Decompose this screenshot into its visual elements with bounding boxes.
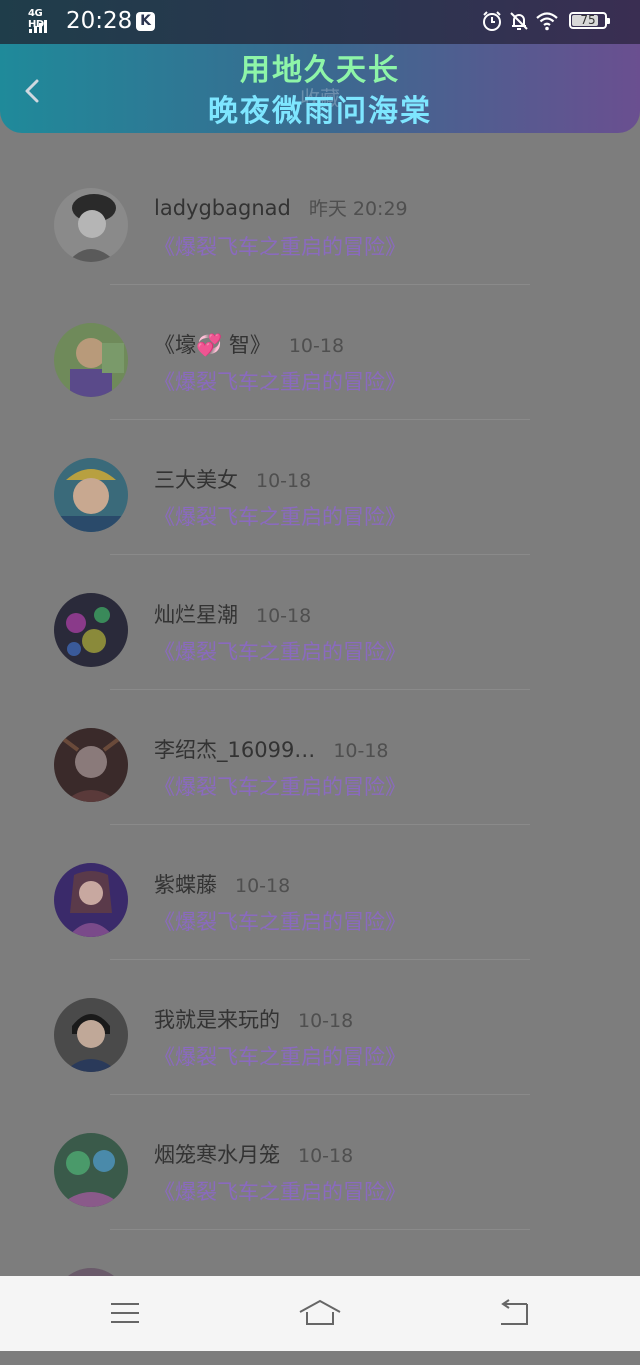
battery-icon: 75 (569, 12, 610, 29)
user-name: 李绍杰_16099… (154, 738, 316, 762)
app-notification-badge: K (136, 12, 155, 31)
list-item[interactable]: 李绍杰_16099… 10-18 《爆裂飞车之重启的冒险》 (0, 690, 640, 825)
timestamp: 10-18 (288, 335, 345, 357)
timestamp: 昨天 20:29 (308, 198, 408, 220)
avatar[interactable] (54, 593, 128, 667)
book-title-link[interactable]: 《爆裂飞车之重启的冒险》 (154, 636, 406, 666)
avatar[interactable] (54, 323, 128, 397)
page-header: 收藏 用地久天长 晚夜微雨问海棠 (0, 44, 640, 133)
book-title-link[interactable]: 《爆裂飞车之重启的冒险》 (154, 1176, 406, 1206)
avatar[interactable] (54, 1133, 128, 1207)
user-name: 我就是来玩的 (154, 1008, 280, 1032)
user-name: ladygbagnad (154, 196, 291, 220)
mute-notification-icon (510, 12, 528, 30)
home-icon[interactable] (298, 1298, 342, 1328)
list-item[interactable]: ladygbagnad 昨天 20:29 《爆裂飞车之重启的冒险》 (0, 150, 640, 285)
list-item[interactable]: 我就是来玩的 10-18 《爆裂飞车之重启的冒险》 (0, 960, 640, 1095)
user-name: 灿烂星潮 (154, 603, 238, 627)
banner-text-line2: 晚夜微雨问海棠 (208, 94, 432, 129)
status-bar: 4G HD 20:28 K 75 (0, 0, 640, 44)
avatar[interactable] (54, 728, 128, 802)
user-name: 三大美女 (154, 468, 238, 492)
status-time: 20:28 (66, 8, 133, 34)
user-name: 烟笼寒水月笼 (154, 1143, 280, 1167)
book-title-link[interactable]: 《爆裂飞车之重启的冒险》 (154, 1041, 406, 1071)
list-item[interactable]: 紫蝶藤 10-18 《爆裂飞车之重启的冒险》 (0, 825, 640, 960)
book-title-link[interactable]: 《爆裂飞车之重启的冒险》 (154, 231, 406, 261)
list-item[interactable]: 《壕💞 智》 10-18 《爆裂飞车之重启的冒险》 (0, 285, 640, 420)
book-title-link[interactable]: 《爆裂飞车之重启的冒险》 (154, 906, 406, 936)
battery-level: 75 (580, 13, 596, 27)
user-name: 紫蝶藤 (154, 873, 217, 897)
book-title-link[interactable]: 《爆裂飞车之重启的冒险》 (154, 366, 406, 396)
avatar[interactable] (54, 188, 128, 262)
alarm-icon (483, 11, 501, 31)
list-item[interactable]: 灿烂星潮 10-18 《爆裂飞车之重启的冒险》 (0, 555, 640, 690)
banner-text-line1: 用地久天长 (240, 53, 400, 88)
list-item[interactable]: 三大美女 10-18 《爆裂飞车之重启的冒险》 (0, 420, 640, 555)
wifi-icon (536, 12, 558, 31)
return-icon[interactable] (497, 1298, 531, 1328)
list-item[interactable]: 烟笼寒水月笼 10-18 《爆裂飞车之重启的冒险》 (0, 1095, 640, 1230)
avatar[interactable] (54, 998, 128, 1072)
book-title-link[interactable]: 《爆裂飞车之重启的冒险》 (154, 771, 406, 801)
avatar[interactable] (54, 458, 128, 532)
system-nav-bar (0, 1276, 640, 1351)
book-title-link[interactable]: 《爆裂飞车之重启的冒险》 (154, 501, 406, 531)
timestamp: 10-18 (235, 875, 291, 897)
timestamp: 10-18 (256, 470, 312, 492)
favorite-list: ladygbagnad 昨天 20:29 《爆裂飞车之重启的冒险》 《壕💞 智》 1… (0, 150, 640, 1365)
user-name: 《壕💞 智》 (154, 333, 271, 357)
avatar[interactable] (54, 863, 128, 937)
signal-icon: 4G HD (28, 8, 60, 33)
timestamp: 10-18 (333, 740, 389, 762)
timestamp: 10-18 (298, 1010, 354, 1032)
timestamp: 10-18 (256, 605, 312, 627)
menu-icon[interactable] (108, 1298, 142, 1328)
timestamp: 10-18 (298, 1145, 354, 1167)
